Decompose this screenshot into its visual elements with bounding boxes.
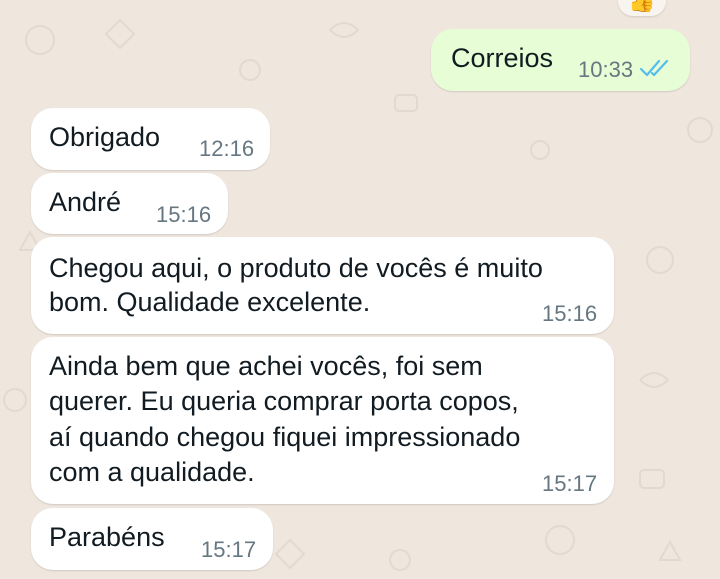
double-check-read-icon <box>639 59 669 77</box>
message-bubble-incoming[interactable]: Chegou aqui, o produto de vocês é muito … <box>31 237 614 334</box>
message-time: 10:33 <box>578 57 634 82</box>
message-bubble-incoming[interactable]: Ainda bem que achei vocês, foi sem quere… <box>31 337 614 504</box>
message-text: Correios <box>451 43 554 73</box>
message-bubble-incoming[interactable]: Obrigado 12:16 <box>31 108 270 170</box>
message-time: 15:17 <box>201 537 257 562</box>
message-text: Parabéns <box>49 522 165 552</box>
message-text-line: Ainda bem que achei vocês, foi sem <box>49 351 483 381</box>
message-text-line: com a qualidade. <box>49 457 255 487</box>
message-bubble-incoming[interactable]: André 15:16 <box>31 173 228 234</box>
message-text: Obrigado <box>49 122 161 152</box>
message-text-line: aí quando chegou fiquei impressionado <box>49 422 521 452</box>
thumbs-up-reaction: 👍 <box>628 0 656 13</box>
message-text: André <box>49 187 122 217</box>
message-time: 15:16 <box>156 202 212 227</box>
chat-messages-area[interactable]: 👍 Correios 10:33 Obrigado 12:16 André 15… <box>0 0 720 579</box>
message-time: 15:16 <box>542 301 598 326</box>
message-bubble-outgoing[interactable]: Correios 10:33 <box>431 29 690 91</box>
message-text-line: querer. Eu queria comprar porta copos, <box>49 386 519 416</box>
message-bubble-incoming[interactable]: Parabéns 15:17 <box>31 508 273 570</box>
reaction-badge[interactable]: 👍 <box>618 0 666 16</box>
message-text-line: Chegou aqui, o produto de vocês é muito <box>49 253 543 283</box>
message-time: 12:16 <box>199 136 255 161</box>
message-text-line: bom. Qualidade excelente. <box>49 287 371 317</box>
message-time: 15:17 <box>542 471 598 496</box>
